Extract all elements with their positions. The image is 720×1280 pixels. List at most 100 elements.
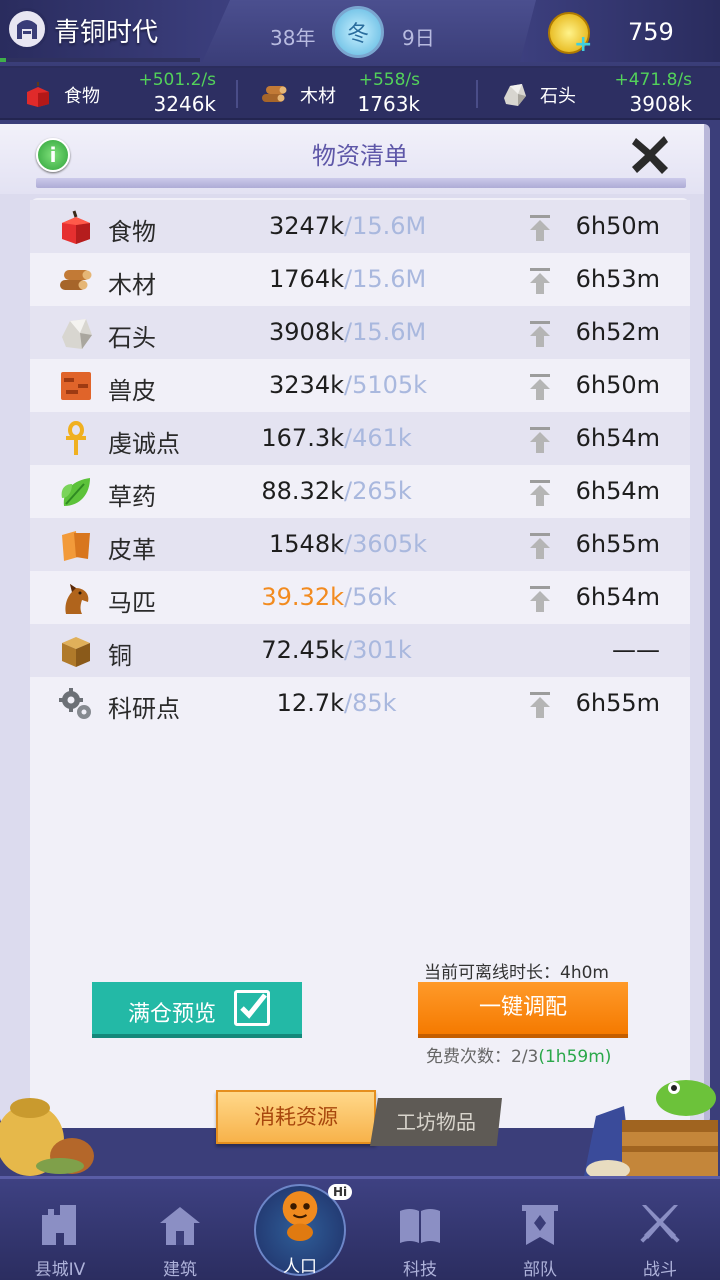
- list-item[interactable]: 马匹 39.32k /56k 6h54m: [30, 571, 690, 624]
- material-fill-time: 6h54m: [575, 477, 660, 505]
- material-current: 3234k: [269, 371, 344, 399]
- gold-amount: 759: [628, 18, 674, 46]
- nav-label: 战斗: [643, 1260, 677, 1280]
- top-bar: 青铜时代 38年 冬 9日 + 759: [0, 0, 720, 68]
- material-fill-time: ——: [612, 636, 660, 664]
- material-cap: /265k: [344, 477, 412, 505]
- upgrade-arrow-icon[interactable]: [528, 215, 552, 241]
- list-item[interactable]: 虔诚点 167.3k /461k 6h54m: [30, 412, 690, 465]
- material-current: 3908k: [269, 318, 344, 346]
- material-cap: /461k: [344, 424, 412, 452]
- tab-workshop-items[interactable]: 工坊物品: [370, 1098, 502, 1146]
- material-current: 167.3k: [261, 424, 344, 452]
- preview-label: 满仓预览: [128, 1002, 217, 1027]
- copper-block-icon: [62, 637, 90, 667]
- list-item[interactable]: 科研点 12.7k /85k 6h55m: [30, 677, 690, 730]
- one-click-dispatch-button[interactable]: 一键调配: [418, 982, 628, 1038]
- add-gold-icon[interactable]: +: [574, 32, 592, 57]
- material-current: 39.32k: [261, 583, 344, 611]
- nav-county[interactable]: 县城IV: [0, 1179, 120, 1280]
- date-day: 9日: [402, 26, 435, 50]
- list-item[interactable]: 兽皮 3234k /5105k 6h50m: [30, 359, 690, 412]
- leather-icon: [62, 531, 90, 561]
- resource-rate: +558/s: [358, 70, 420, 90]
- material-cap: /85k: [344, 689, 397, 717]
- material-fill-time: 6h55m: [575, 530, 660, 558]
- material-cap: /15.6M: [344, 318, 427, 346]
- list-item[interactable]: 石头 3908k /15.6M 6h52m: [30, 306, 690, 359]
- upgrade-arrow-icon[interactable]: [528, 321, 552, 347]
- era-progress-fill: [0, 58, 6, 62]
- list-item[interactable]: 食物 3247k /15.6M 6h50m: [30, 200, 690, 253]
- castle-icon: [42, 1205, 76, 1245]
- panel-title: 物资清单: [312, 142, 408, 170]
- resource-rate: +471.8/s: [614, 70, 693, 90]
- material-fill-time: 6h50m: [575, 371, 660, 399]
- material-name: 食物: [108, 218, 156, 246]
- frog-crate-decoration: [584, 1080, 718, 1180]
- resource-rate: +501.2/s: [138, 70, 217, 90]
- date-year: 38年: [270, 26, 316, 50]
- material-fill-time: 6h54m: [575, 583, 660, 611]
- tab-consume-resources[interactable]: 消耗资源: [216, 1090, 376, 1144]
- resource-amount: 3908k: [629, 92, 692, 116]
- material-name: 皮革: [108, 536, 156, 564]
- checkbox-checked-icon[interactable]: [234, 990, 270, 1026]
- material-name: 虔诚点: [108, 430, 180, 458]
- panel-header: i 物资清单: [0, 124, 704, 194]
- era-title: 青铜时代: [54, 18, 159, 48]
- material-name: 兽皮: [108, 377, 156, 405]
- divider: [236, 80, 238, 108]
- list-item[interactable]: 铜 72.45k /301k ——: [30, 624, 690, 677]
- horse-icon: [65, 584, 89, 614]
- banner-icon: [522, 1205, 558, 1245]
- resource-stone[interactable]: 石头 +471.8/s 3908k: [500, 68, 692, 120]
- free-uses-timer: (1h59m): [538, 1047, 612, 1067]
- material-fill-time: 6h52m: [575, 318, 660, 346]
- food-apple-icon: [27, 82, 49, 107]
- resource-wood[interactable]: 木材 +558/s 1763k: [260, 68, 420, 120]
- upgrade-arrow-icon[interactable]: [528, 480, 552, 506]
- nav-label: 部队: [523, 1260, 557, 1280]
- bottom-nav: 县城IV 建筑 科技 部队 战斗: [0, 1176, 720, 1280]
- hide-icon: [61, 372, 91, 400]
- material-name: 木材: [108, 271, 156, 299]
- material-cap: /56k: [344, 583, 397, 611]
- material-current: 72.45k: [261, 636, 344, 664]
- nav-tech[interactable]: 科技: [360, 1179, 480, 1280]
- free-uses-count: 免费次数：2/3: [426, 1047, 539, 1067]
- upgrade-arrow-icon[interactable]: [528, 692, 552, 718]
- full-storage-preview-button[interactable]: 满仓预览: [92, 982, 302, 1038]
- era-helmet-icon[interactable]: [6, 8, 48, 50]
- resource-amount: 1763k: [357, 92, 420, 116]
- material-cap: /15.6M: [344, 212, 427, 240]
- nav-battle[interactable]: 战斗: [600, 1179, 720, 1280]
- material-cap: /15.6M: [344, 265, 427, 293]
- era-progress-bar: [0, 58, 200, 62]
- material-current: 3247k: [269, 212, 344, 240]
- material-name: 铜: [108, 642, 132, 670]
- material-fill-time: 6h50m: [575, 212, 660, 240]
- nav-buildings[interactable]: 建筑: [120, 1179, 240, 1280]
- upgrade-arrow-icon[interactable]: [528, 374, 552, 400]
- upgrade-arrow-icon[interactable]: [528, 533, 552, 559]
- material-name: 草药: [108, 483, 156, 511]
- list-item[interactable]: 木材 1764k /15.6M 6h53m: [30, 253, 690, 306]
- material-current: 1548k: [269, 530, 344, 558]
- upgrade-arrow-icon[interactable]: [528, 427, 552, 453]
- gears-icon: [59, 688, 91, 719]
- material-current: 88.32k: [261, 477, 344, 505]
- nav-troops[interactable]: 部队: [480, 1179, 600, 1280]
- list-item[interactable]: 皮革 1548k /3605k 6h55m: [30, 518, 690, 571]
- upgrade-arrow-icon[interactable]: [528, 586, 552, 612]
- material-cap: /301k: [344, 636, 412, 664]
- upgrade-arrow-icon[interactable]: [528, 268, 552, 294]
- material-current: 12.7k: [276, 689, 344, 717]
- list-item[interactable]: 草药 88.32k /265k 6h54m: [30, 465, 690, 518]
- wood-logs-icon: [60, 270, 92, 290]
- close-icon[interactable]: [628, 132, 672, 176]
- wood-logs-icon: [262, 86, 287, 102]
- material-cap: /3605k: [344, 530, 428, 558]
- resource-food[interactable]: 食物 +501.2/s 3246k: [24, 68, 216, 120]
- divider: [476, 80, 478, 108]
